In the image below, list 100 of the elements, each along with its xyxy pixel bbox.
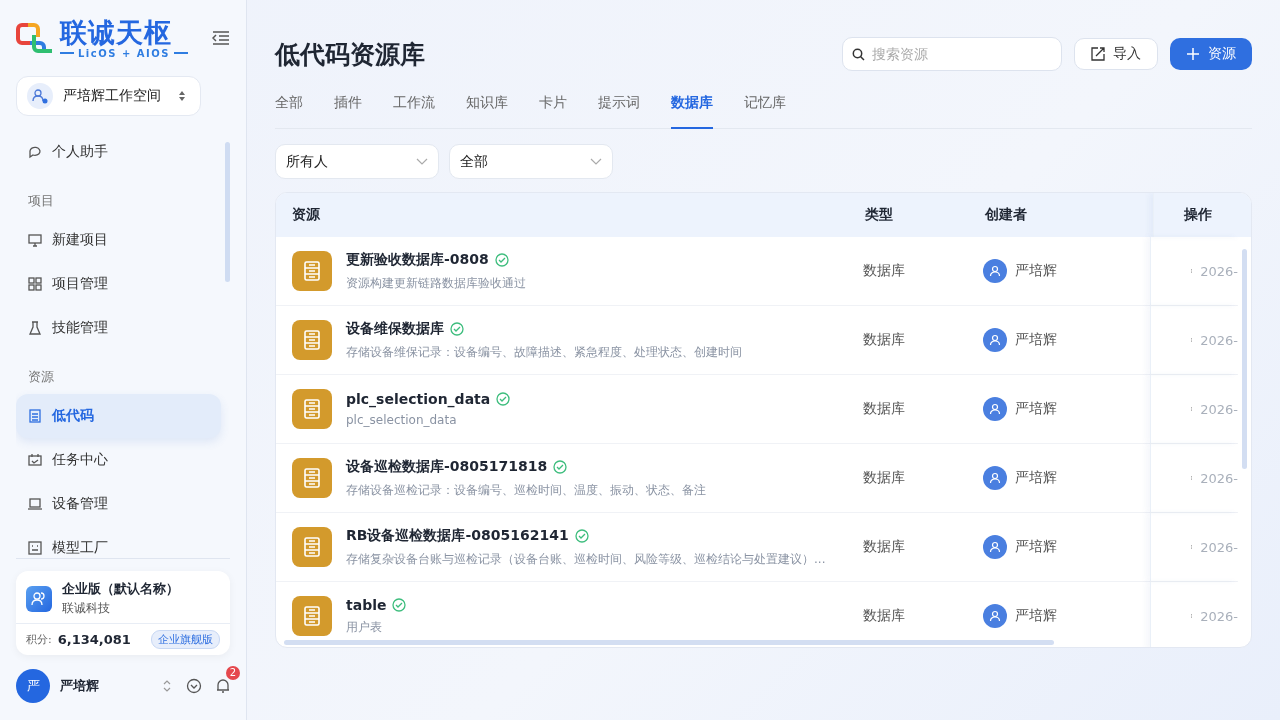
scrollbar[interactable] bbox=[1242, 249, 1247, 469]
filter-dropdown[interactable]: 全部 bbox=[449, 144, 613, 179]
tab[interactable]: 知识库 bbox=[466, 94, 508, 129]
points-value: 6,134,081 bbox=[57, 632, 132, 647]
table-cell-text: 数据库 bbox=[862, 262, 906, 280]
creator-name: 严培辉 bbox=[1014, 331, 1057, 349]
scrollbar[interactable] bbox=[225, 142, 230, 282]
tab[interactable]: 插件 bbox=[334, 94, 362, 129]
database-icon bbox=[292, 251, 332, 291]
brand-tagline: LicOS + AIOS bbox=[78, 47, 170, 59]
nav-item[interactable]: 项目管理 bbox=[16, 262, 221, 306]
robot-face-icon bbox=[28, 541, 42, 555]
filter-dropdown[interactable]: 所有人 bbox=[275, 144, 439, 179]
user-avatar[interactable]: 严 bbox=[16, 669, 50, 703]
column-header: 创建者 bbox=[984, 206, 1028, 224]
chevron-down-icon bbox=[590, 157, 602, 166]
edit-icon bbox=[1091, 47, 1105, 61]
scrollbar[interactable] bbox=[284, 640, 1054, 645]
resource-description: 用户表 bbox=[346, 618, 383, 636]
creator-name: 严培辉 bbox=[1014, 262, 1057, 280]
nav-item[interactable]: 任务中心 bbox=[16, 438, 221, 482]
user-name: 严培辉 bbox=[60, 677, 100, 695]
database-icon bbox=[292, 320, 332, 360]
plus-icon bbox=[1186, 47, 1200, 61]
table-cell-text: 数据库 bbox=[862, 331, 906, 349]
date-text: 2026- bbox=[1200, 608, 1238, 624]
resource-description: 存储设备巡检记录：设备编号、巡检时间、温度、振动、状态、备注 bbox=[346, 481, 706, 499]
grid-icon bbox=[28, 277, 42, 291]
tab[interactable]: 卡片 bbox=[539, 94, 567, 129]
nav-item[interactable]: 个人助手 bbox=[16, 130, 221, 174]
creator-name: 严培辉 bbox=[1014, 400, 1057, 418]
organization-name: 企业版（默认名称） bbox=[62, 580, 179, 598]
nav-item[interactable]: 模型工厂 bbox=[16, 526, 221, 558]
import-button[interactable]: 导入 bbox=[1074, 38, 1158, 70]
chevron-down-icon bbox=[416, 157, 428, 166]
dropdown-icon[interactable] bbox=[186, 678, 202, 694]
notification-badge: 2 bbox=[226, 666, 240, 680]
tab[interactable]: 工作流 bbox=[393, 94, 435, 129]
nav-section-label: 资源 bbox=[27, 368, 55, 386]
resource-description: 存储复杂设备台账与巡检记录（设备台账、巡检时间、风险等级、巡检结论与处置建议）... bbox=[346, 550, 826, 568]
sort-icon bbox=[178, 90, 186, 102]
user-icon bbox=[982, 259, 1007, 283]
user-icon bbox=[982, 466, 1007, 490]
page-title: 低代码资源库 bbox=[275, 38, 425, 71]
database-icon bbox=[292, 389, 332, 429]
database-icon bbox=[292, 527, 332, 567]
calendar-icon bbox=[28, 453, 42, 467]
tab[interactable]: 提示词 bbox=[598, 94, 640, 129]
resource-name[interactable]: table bbox=[346, 596, 387, 613]
creator-name: 严培辉 bbox=[1014, 469, 1057, 487]
expand-icon[interactable] bbox=[162, 679, 172, 693]
nav-section-label: 项目 bbox=[27, 192, 55, 210]
database-icon bbox=[292, 596, 332, 636]
date-text: 2026- bbox=[1200, 332, 1238, 348]
table-cell-text: 数据库 bbox=[862, 400, 906, 418]
company-name: 联诚科技 bbox=[62, 600, 111, 617]
date-text: 2026- bbox=[1200, 263, 1238, 279]
table-cell-text: 数据库 bbox=[862, 538, 906, 556]
resource-name[interactable]: 设备维保数据库 bbox=[346, 319, 444, 338]
tab[interactable]: 全部 bbox=[275, 94, 303, 129]
column-header: 资源 bbox=[291, 206, 321, 224]
column-header: 类型 bbox=[864, 206, 894, 224]
resource-name[interactable]: 设备巡检数据库-0805171818 bbox=[346, 457, 548, 476]
nav-item[interactable]: 新建项目 bbox=[16, 218, 221, 262]
laptop-icon bbox=[28, 497, 42, 511]
workspace-selector[interactable]: 严培辉工作空间 bbox=[16, 76, 201, 116]
user-icon bbox=[982, 535, 1007, 559]
user-icon bbox=[982, 604, 1007, 628]
search-field[interactable]: 搜索资源 bbox=[842, 37, 1062, 71]
tab[interactable]: 记忆库 bbox=[744, 94, 786, 129]
creator-name: 严培辉 bbox=[1014, 607, 1057, 625]
date-text: 2026- bbox=[1200, 539, 1238, 555]
organization-icon bbox=[26, 585, 52, 612]
resource-name[interactable]: 更新验收数据库-0808 bbox=[346, 250, 489, 269]
workspace-icon bbox=[27, 83, 53, 109]
date-text: 2026- bbox=[1200, 470, 1238, 486]
speech-bubble-icon bbox=[28, 145, 42, 159]
tab[interactable]: 数据库 bbox=[671, 94, 713, 129]
nav-item[interactable]: 设备管理 bbox=[16, 482, 221, 526]
nav-item[interactable]: 低代码 bbox=[16, 394, 221, 438]
flask-icon bbox=[28, 321, 42, 335]
resource-description: plc_selection_data bbox=[346, 413, 458, 427]
list-icon bbox=[28, 409, 42, 423]
plan-badge: 企业旗舰版 bbox=[151, 630, 220, 649]
collapse-icon[interactable] bbox=[212, 30, 230, 46]
resource-name[interactable]: RB设备巡检数据库-0805162141 bbox=[346, 526, 569, 545]
points-label: 积分: bbox=[26, 632, 52, 647]
resource-name[interactable]: plc_selection_data bbox=[346, 391, 491, 407]
add-resource-button[interactable]: 资源 bbox=[1170, 38, 1252, 70]
date-text: 2026- bbox=[1200, 401, 1238, 417]
user-icon bbox=[982, 328, 1007, 352]
brand-name: 联诚天枢 bbox=[60, 17, 173, 48]
resource-description: 存储设备维保记录：设备编号、故障描述、紧急程度、处理状态、创建时间 bbox=[346, 343, 742, 361]
user-icon bbox=[982, 397, 1007, 421]
bell-icon[interactable] bbox=[216, 678, 230, 694]
search-icon bbox=[852, 48, 865, 61]
resource-description: 资源构建更新链路数据库验收通过 bbox=[346, 274, 526, 292]
database-icon bbox=[292, 458, 332, 498]
nav-item[interactable]: 技能管理 bbox=[16, 306, 221, 350]
monitor-icon bbox=[28, 233, 42, 247]
